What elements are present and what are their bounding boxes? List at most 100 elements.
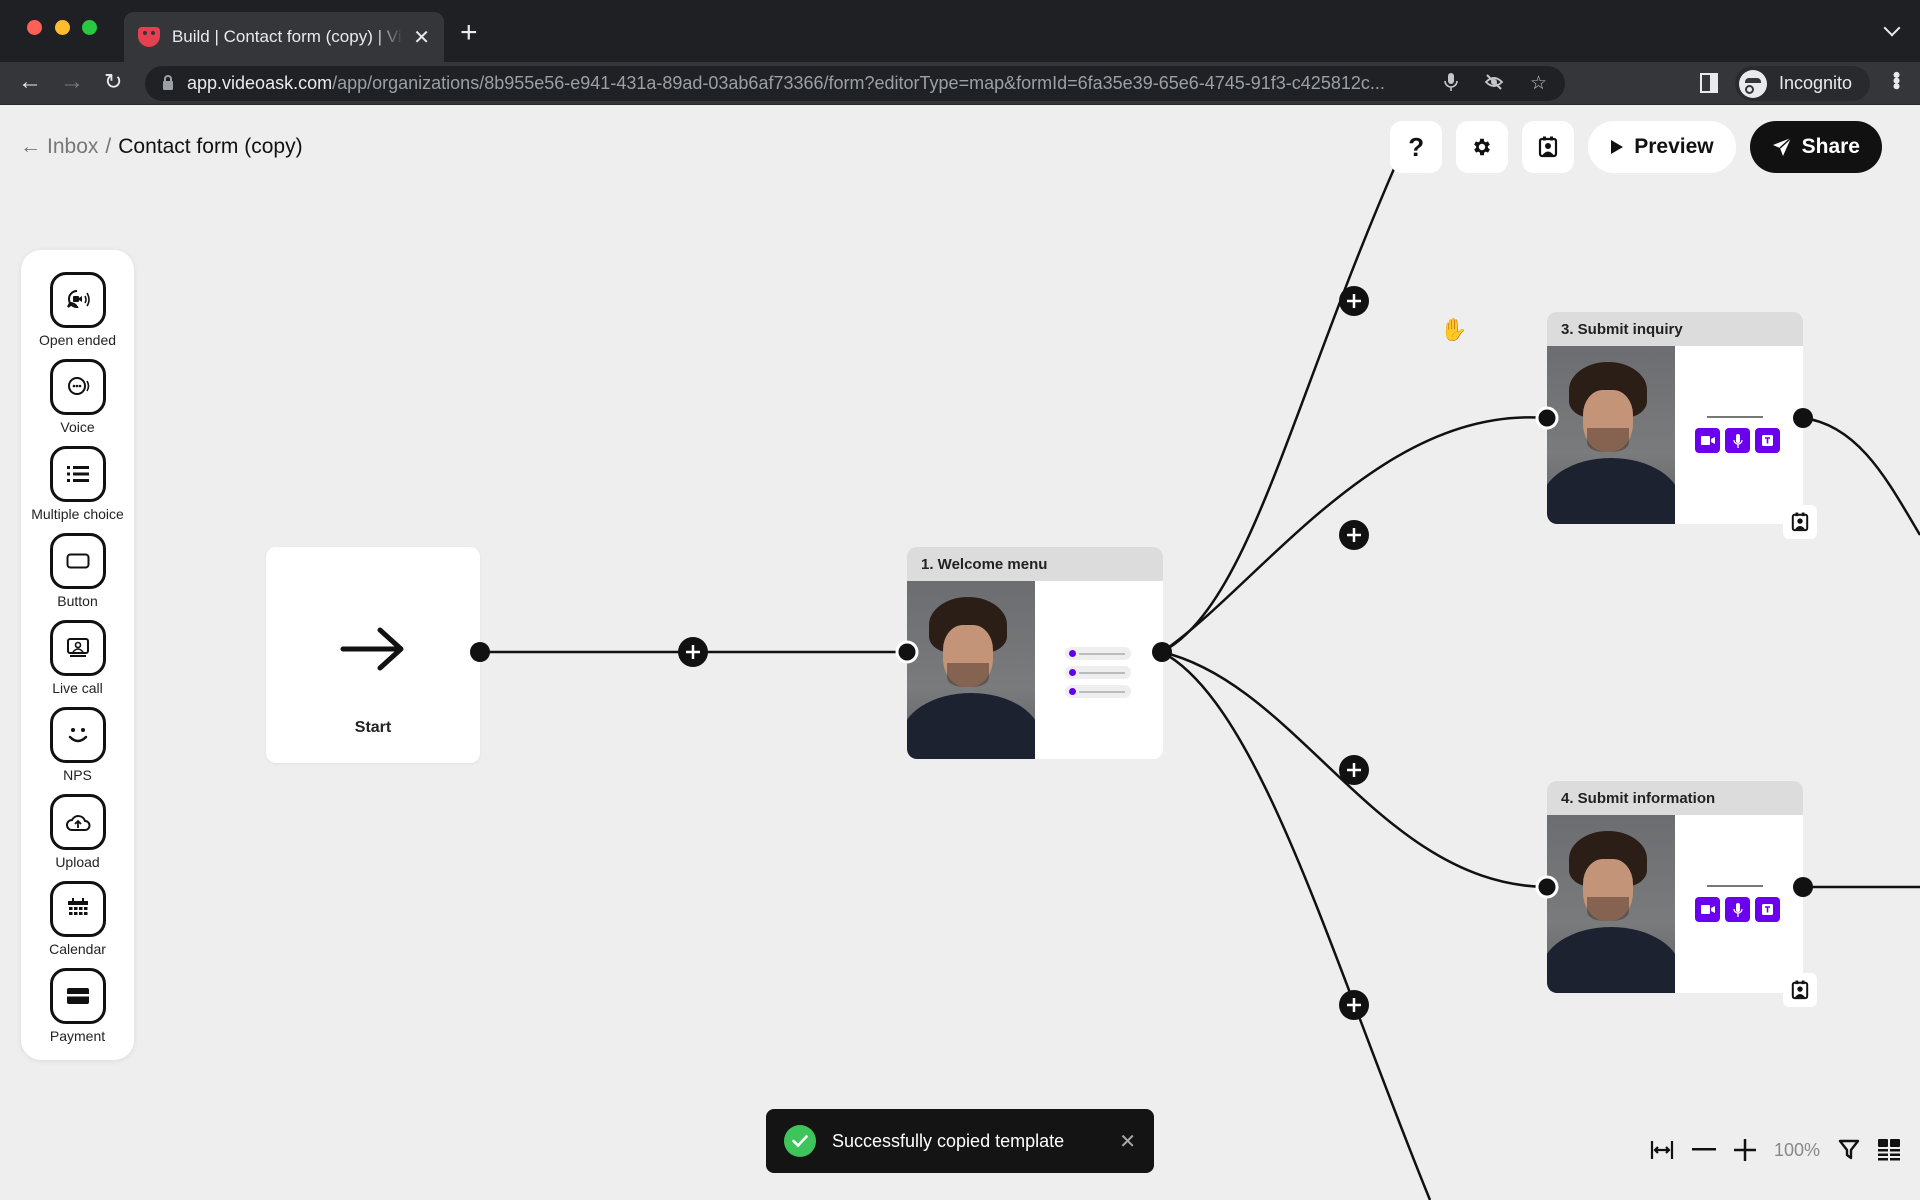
- step-title: 3. Submit inquiry: [1547, 312, 1803, 346]
- text-response-icon: [1755, 897, 1780, 922]
- play-icon: [1611, 140, 1624, 154]
- palette-item-button[interactable]: Button: [21, 533, 134, 609]
- browser-tab-active[interactable]: Build | Contact form (copy) | VideoAsk ✕: [124, 12, 444, 62]
- share-label: Share: [1801, 135, 1860, 158]
- lock-icon: [163, 75, 173, 90]
- browser-tab-bar: Build | Contact form (copy) | VideoAsk ✕…: [0, 0, 1920, 62]
- bookmark-star-icon[interactable]: ☆: [1530, 72, 1547, 98]
- browser-menu-icon[interactable]: •••: [1884, 71, 1909, 88]
- palette-item-calendar[interactable]: Calendar: [21, 881, 134, 957]
- add-step-button[interactable]: [1339, 520, 1369, 550]
- palette-item-payment[interactable]: Payment: [21, 968, 134, 1044]
- calendar-icon: [67, 898, 88, 915]
- toast-message: Successfully copied template: [832, 1130, 1065, 1151]
- success-toast: Successfully copied template ✕: [766, 1109, 1154, 1173]
- minus-icon: [1691, 1148, 1716, 1151]
- tab-close-icon[interactable]: ✕: [413, 25, 430, 50]
- forward-arrow-icon[interactable]: →: [60, 68, 84, 96]
- hand-cursor-icon: ✋: [1440, 317, 1468, 342]
- multiple-choice-preview: [1065, 647, 1131, 704]
- preview-button[interactable]: Preview: [1588, 121, 1736, 173]
- fit-width-icon: [1650, 1141, 1674, 1159]
- plus-icon: [1733, 1139, 1756, 1161]
- live-call-icon: [66, 638, 89, 657]
- start-node[interactable]: Start: [266, 547, 480, 763]
- page-title: Contact form (copy): [118, 135, 303, 158]
- connector-welcome-up: [1161, 154, 1402, 654]
- contacts-button[interactable]: [1522, 121, 1575, 173]
- response-types: [1695, 885, 1780, 922]
- list-icon: [66, 466, 89, 482]
- zoom-in-button[interactable]: [1733, 1139, 1756, 1161]
- palette-item-nps[interactable]: NPS: [21, 707, 134, 783]
- breadcrumb-inbox-link[interactable]: Inbox: [47, 135, 98, 159]
- url-text[interactable]: app.videoask.com/app/organizations/8b955…: [187, 73, 1385, 94]
- send-icon: [1772, 137, 1792, 156]
- help-icon: ?: [1408, 131, 1425, 162]
- step-title: 4. Submit information: [1547, 781, 1803, 815]
- breadcrumb: ← Inbox / Contact form (copy): [20, 135, 303, 159]
- gear-icon: [1474, 138, 1491, 156]
- toast-close-icon[interactable]: ✕: [1119, 1129, 1136, 1154]
- audio-response-icon: [1725, 428, 1750, 453]
- window-minimize-button[interactable]: [55, 20, 70, 35]
- help-button[interactable]: ?: [1390, 121, 1443, 173]
- breadcrumb-separator: /: [105, 135, 112, 158]
- tracking-protection-eye-off-icon[interactable]: [1484, 72, 1504, 98]
- step-node-welcome-menu[interactable]: 1. Welcome menu: [907, 547, 1163, 759]
- add-step-button[interactable]: [1339, 755, 1369, 785]
- layout-toggle-button[interactable]: [1878, 1139, 1900, 1161]
- video-response-icon: [1695, 897, 1720, 922]
- add-step-button[interactable]: [1339, 990, 1369, 1020]
- preview-label: Preview: [1634, 135, 1714, 158]
- add-step-button[interactable]: [678, 637, 708, 667]
- back-arrow-icon[interactable]: ←: [20, 135, 41, 159]
- step-node-submit-inquiry[interactable]: 3. Submit inquiry: [1547, 312, 1803, 524]
- palette-item-live-call[interactable]: Live call: [21, 620, 134, 696]
- filter-icon: [1838, 1139, 1860, 1160]
- voice-chat-icon: [67, 377, 89, 395]
- address-bar[interactable]: app.videoask.com/app/organizations/8b955…: [145, 66, 1565, 101]
- incognito-label: Incognito: [1779, 73, 1853, 93]
- new-tab-button[interactable]: +: [460, 16, 478, 50]
- credit-card-icon: [66, 988, 89, 1004]
- zoom-out-button[interactable]: [1691, 1148, 1716, 1152]
- top-actions: ? Preview Share: [1390, 121, 1882, 173]
- video-thumbnail: [1547, 346, 1675, 524]
- window-close-button[interactable]: [27, 20, 42, 35]
- contact-card-icon: [1791, 512, 1809, 532]
- share-button[interactable]: Share: [1749, 121, 1882, 173]
- videoask-favicon-icon: [138, 27, 160, 47]
- microphone-icon[interactable]: [1444, 72, 1458, 98]
- contact-form-badge[interactable]: [1783, 973, 1817, 1007]
- fit-to-screen-button[interactable]: [1650, 1140, 1674, 1160]
- add-step-button[interactable]: [1339, 286, 1369, 316]
- palette-item-multiple-choice[interactable]: Multiple choice: [21, 446, 134, 522]
- tab-search-chevron-icon[interactable]: [1883, 19, 1901, 37]
- palette-item-voice[interactable]: Voice: [21, 359, 134, 435]
- back-arrow-icon[interactable]: ←: [18, 68, 42, 96]
- zoom-level: 100%: [1773, 1139, 1820, 1160]
- browser-toolbar: ← → ↻ app.videoask.com/app/organizations…: [0, 62, 1920, 105]
- connector-welcome-down: [1161, 650, 1432, 1200]
- start-node-label: Start: [354, 719, 392, 736]
- video-response-icon: [1695, 428, 1720, 453]
- button-icon: [66, 553, 89, 569]
- side-panel-icon[interactable]: [1700, 73, 1718, 93]
- incognito-icon: [1739, 69, 1767, 98]
- step-title: 1. Welcome menu: [907, 547, 1163, 581]
- incognito-profile-button[interactable]: Incognito: [1735, 66, 1871, 101]
- response-types: [1695, 416, 1780, 453]
- palette-item-upload[interactable]: Upload: [21, 794, 134, 870]
- contact-form-badge[interactable]: [1783, 505, 1817, 539]
- settings-button[interactable]: [1456, 121, 1509, 173]
- reload-icon[interactable]: ↻: [104, 69, 122, 95]
- video-thumbnail: [907, 581, 1035, 759]
- grid-layout-icon: [1878, 1139, 1900, 1161]
- window-maximize-button[interactable]: [82, 20, 97, 35]
- contact-card-icon: [1539, 136, 1558, 158]
- step-node-submit-information[interactable]: 4. Submit information: [1547, 781, 1803, 993]
- palette-item-open-ended[interactable]: Open ended: [21, 272, 134, 348]
- cloud-upload-icon: [65, 815, 90, 831]
- filter-button[interactable]: [1838, 1139, 1860, 1161]
